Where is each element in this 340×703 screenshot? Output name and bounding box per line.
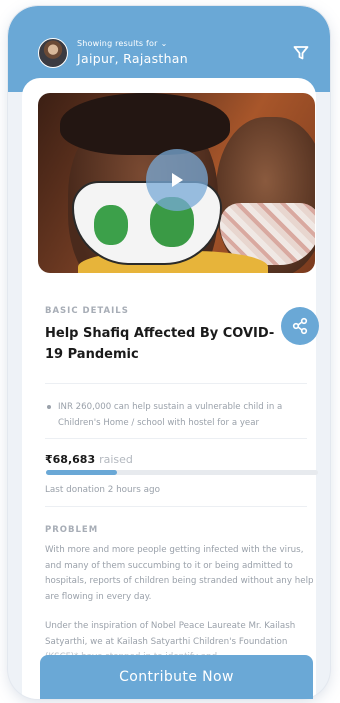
play-icon — [172, 173, 183, 187]
raised-amount: ₹68,683 — [45, 453, 96, 466]
impact-statement: INR 260,000 can help sustain a vulnerabl… — [58, 402, 283, 428]
raised-label: raised — [99, 453, 133, 466]
divider — [45, 506, 307, 507]
location-name[interactable]: Jaipur, Rajasthan — [77, 51, 188, 66]
bullet-dot — [47, 405, 51, 409]
share-icon — [292, 317, 308, 335]
campaign-card: BASIC DETAILS Help Shafiq Affected By CO… — [22, 78, 319, 699]
filter-icon[interactable] — [293, 45, 309, 61]
raised-row: ₹68,683 raised — [45, 448, 133, 467]
play-button[interactable] — [146, 149, 208, 211]
funding-progress-fill — [46, 470, 117, 475]
last-donation-text: Last donation 2 hours ago — [45, 485, 160, 495]
chevron-down-icon: ⌄ — [160, 39, 168, 48]
problem-paragraph-1: With more and more people getting infect… — [45, 545, 314, 602]
divider — [45, 383, 307, 384]
basic-details-label: BASIC DETAILS — [45, 306, 129, 316]
campaign-title: Help Shafiq Affected By COVID-19 Pandemi… — [45, 326, 275, 362]
contribute-now-button[interactable]: Contribute Now — [40, 655, 313, 699]
location-caption[interactable]: Showing results for ⌄ — [77, 39, 168, 48]
location-caption-text: Showing results for — [77, 39, 158, 48]
photo-mask-print-left — [94, 205, 128, 245]
problem-label: PROBLEM — [45, 525, 99, 535]
user-avatar[interactable] — [38, 38, 68, 68]
share-button[interactable] — [281, 307, 319, 345]
photo-hair — [60, 93, 230, 155]
divider — [45, 438, 307, 439]
funding-progress-bar — [46, 470, 318, 475]
campaign-video[interactable] — [38, 93, 315, 273]
phone-frame: Showing results for ⌄ Jaipur, Rajasthan B… — [8, 6, 330, 699]
